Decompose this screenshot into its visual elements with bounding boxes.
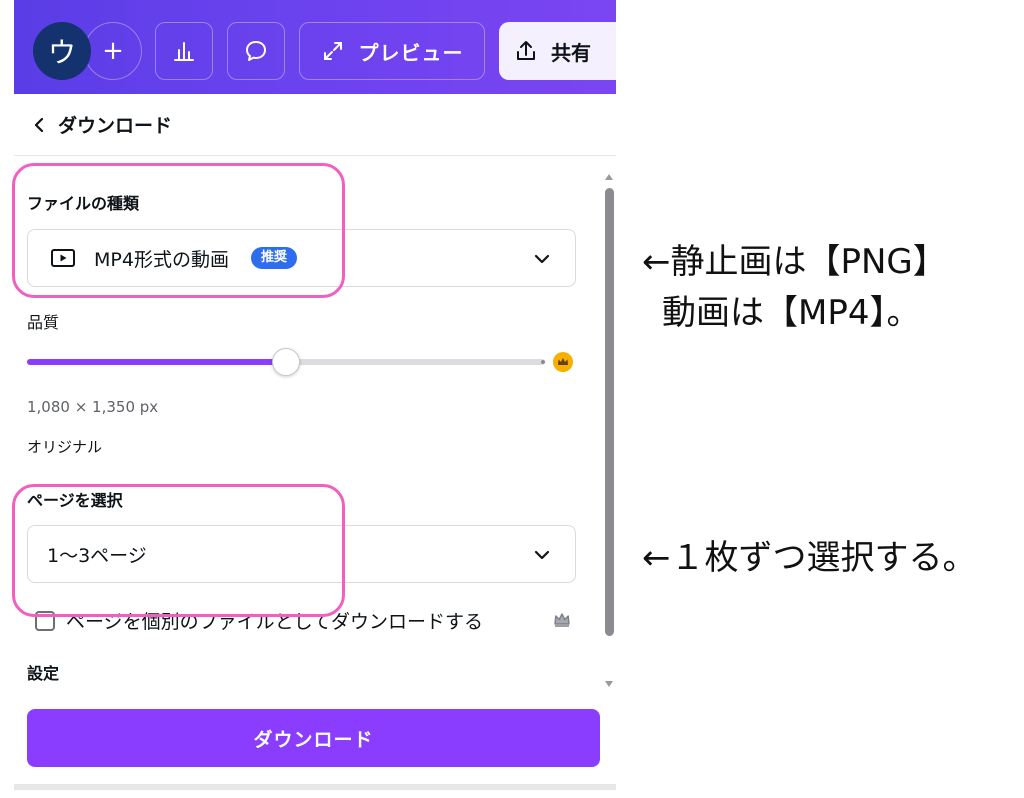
file-type-highlight xyxy=(12,163,345,298)
share-button[interactable]: 共有 xyxy=(499,22,616,80)
avatar[interactable]: ウ xyxy=(33,22,91,80)
quality-slider-thumb[interactable] xyxy=(272,348,300,376)
download-panel-header: ダウンロード xyxy=(14,94,616,156)
comment-button[interactable] xyxy=(227,22,285,80)
share-label: 共有 xyxy=(551,40,591,65)
insights-button[interactable] xyxy=(155,22,213,80)
quality-slider-fill xyxy=(27,359,286,365)
scrollbar-thumb[interactable] xyxy=(605,188,614,636)
bar-chart-icon xyxy=(174,42,194,61)
scroll-down-arrow-icon[interactable] xyxy=(605,681,613,687)
chevron-down-icon xyxy=(534,550,550,560)
add-collaborator-button[interactable]: + xyxy=(84,22,142,80)
annotation-line-1: ←静止画は【PNG】 xyxy=(642,242,947,282)
comment-icon xyxy=(246,41,266,61)
crown-icon xyxy=(554,613,570,627)
quality-note: オリジナル xyxy=(27,438,103,456)
avatar-initial: ウ xyxy=(47,36,76,69)
back-chevron-icon[interactable] xyxy=(32,117,46,133)
annotation-line-2: 動画は【MP4】。 xyxy=(662,293,921,333)
page-select-highlight xyxy=(12,484,345,617)
add-label: + xyxy=(102,36,124,66)
scroll-up-arrow-icon[interactable] xyxy=(605,174,613,180)
premium-crown-icon xyxy=(553,352,573,372)
slider-end-dot xyxy=(541,360,545,364)
annotation-line-3: ←１枚ずつ選択する。 xyxy=(642,538,977,578)
download-button[interactable]: ダウンロード xyxy=(27,709,600,767)
dimensions-text: 1,080 × 1,350 px xyxy=(27,398,159,416)
upload-icon xyxy=(517,41,535,60)
panel-title: ダウンロード xyxy=(58,115,173,137)
chevron-down-icon xyxy=(534,254,550,264)
expand-icon xyxy=(323,42,342,60)
preview-button[interactable]: プレビュー xyxy=(299,22,485,80)
preview-label: プレビュー xyxy=(358,40,464,65)
quality-label: 品質 xyxy=(27,313,60,332)
settings-label: 設定 xyxy=(27,664,60,683)
